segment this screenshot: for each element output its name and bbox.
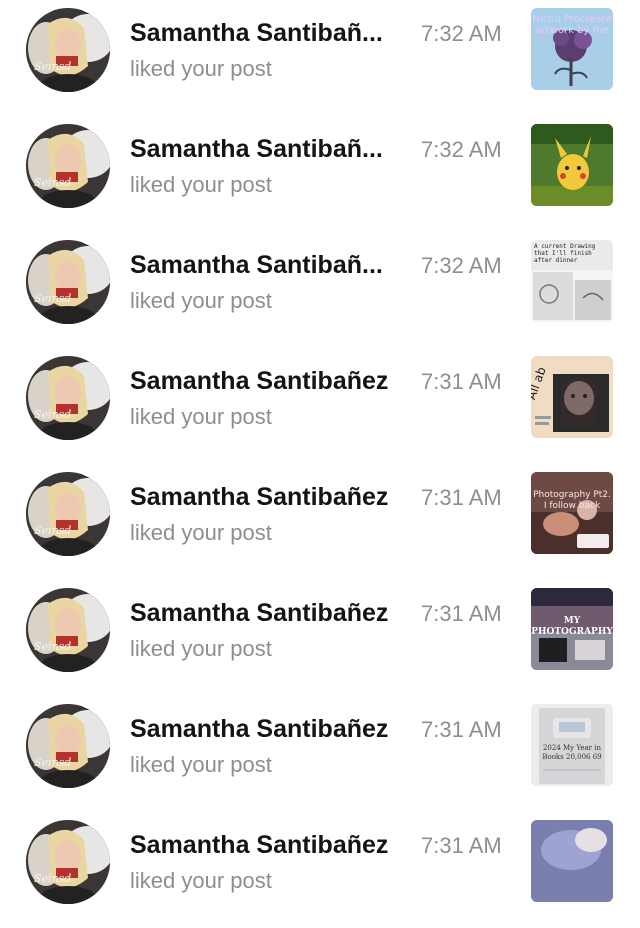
svg-text:Seinsd: Seinsd	[34, 408, 71, 421]
avatar[interactable]: Seinsd	[26, 588, 110, 672]
notification-row[interactable]: Seinsd Samantha Santibañez 7:31 AM liked…	[0, 348, 640, 464]
notification-row[interactable]: Seinsd Samantha Santibañ... 7:32 AM like…	[0, 232, 640, 348]
svg-text:Seinsd: Seinsd	[34, 756, 71, 769]
user-name[interactable]: Samantha Santibañez	[130, 364, 412, 398]
notification-row[interactable]: Seinsd Samantha Santibañez 7:31 AM liked…	[0, 580, 640, 696]
thumbnail-caption: Nichd Procreate artwork by me	[532, 14, 612, 36]
avatar[interactable]: Seinsd	[26, 472, 110, 556]
notification-row[interactable]: Seinsd Samantha Santibañez 7:31 AM liked…	[0, 696, 640, 812]
user-name[interactable]: Samantha Santibañez	[130, 596, 412, 630]
thumbnail-caption: Photography Pt2. I follow back	[533, 490, 611, 511]
svg-text:Seinsd: Seinsd	[34, 292, 71, 305]
timestamp: 7:31 AM	[421, 485, 502, 510]
post-thumbnail[interactable]: MY PHOTOGRAPHY	[531, 588, 613, 670]
timestamp: 7:31 AM	[421, 833, 502, 858]
notification-action: liked your post	[130, 752, 272, 777]
notification-action: liked your post	[130, 868, 272, 893]
thumbnail-caption: A current Drawing that I'll finish after…	[534, 243, 596, 264]
notification-action: liked your post	[130, 288, 272, 313]
notification-action: liked your post	[130, 404, 272, 429]
user-name[interactable]: Samantha Santibañez	[130, 828, 412, 862]
notification-row[interactable]: Seinsd Samantha Santibañ... 7:32 AM like…	[0, 0, 640, 116]
user-name[interactable]: Samantha Santibañ...	[130, 132, 412, 166]
svg-text:Seinsd: Seinsd	[34, 524, 71, 537]
notification-row[interactable]: Seinsd Samantha Santibañez 7:31 AM liked…	[0, 464, 640, 580]
notification-action: liked your post	[130, 56, 272, 81]
svg-text:Seinsd: Seinsd	[34, 176, 71, 189]
timestamp: 7:32 AM	[421, 21, 502, 46]
thumbnail-caption: 2024 My Year in Books 20,006 69	[542, 744, 602, 761]
post-thumbnail[interactable]	[531, 124, 613, 206]
notification-row[interactable]: Seinsd Samantha Santibañ... 7:32 AM like…	[0, 116, 640, 232]
user-name[interactable]: Samantha Santibañez	[130, 480, 412, 514]
avatar[interactable]: Seinsd	[26, 8, 110, 92]
timestamp: 7:31 AM	[421, 717, 502, 742]
post-thumbnail[interactable]: 2024 My Year in Books 20,006 69	[531, 704, 613, 786]
post-thumbnail[interactable]: Nichd Procreate artwork by me	[531, 8, 613, 90]
user-name[interactable]: Samantha Santibañ...	[130, 16, 412, 50]
activity-notification-list: Seinsd Samantha Santibañ... 7:32 AM like…	[0, 0, 640, 928]
timestamp: 7:32 AM	[421, 137, 502, 162]
thumbnail-caption: MY PHOTOGRAPHY	[531, 616, 613, 637]
avatar[interactable]: Seinsd	[26, 240, 110, 324]
notification-action: liked your post	[130, 636, 272, 661]
user-name[interactable]: Samantha Santibañ...	[130, 248, 412, 282]
avatar[interactable]: Seinsd	[26, 356, 110, 440]
notification-action: liked your post	[130, 520, 272, 545]
post-thumbnail[interactable]: Photography Pt2. I follow back	[531, 472, 613, 554]
timestamp: 7:32 AM	[421, 253, 502, 278]
notification-action: liked your post	[130, 172, 272, 197]
svg-text:Seinsd: Seinsd	[34, 60, 71, 73]
svg-text:Seinsd: Seinsd	[34, 640, 71, 653]
notification-row[interactable]: Seinsd Samantha Santibañez 7:31 AM liked…	[0, 812, 640, 928]
post-thumbnail[interactable]	[531, 820, 613, 902]
timestamp: 7:31 AM	[421, 369, 502, 394]
post-thumbnail[interactable]: All ab	[531, 356, 613, 438]
user-name[interactable]: Samantha Santibañez	[130, 712, 412, 746]
timestamp: 7:31 AM	[421, 601, 502, 626]
svg-text:Seinsd: Seinsd	[34, 872, 71, 885]
avatar[interactable]: Seinsd	[26, 124, 110, 208]
avatar[interactable]: Seinsd	[26, 820, 110, 904]
post-thumbnail[interactable]: A current Drawing that I'll finish after…	[531, 240, 613, 322]
avatar[interactable]: Seinsd	[26, 704, 110, 788]
